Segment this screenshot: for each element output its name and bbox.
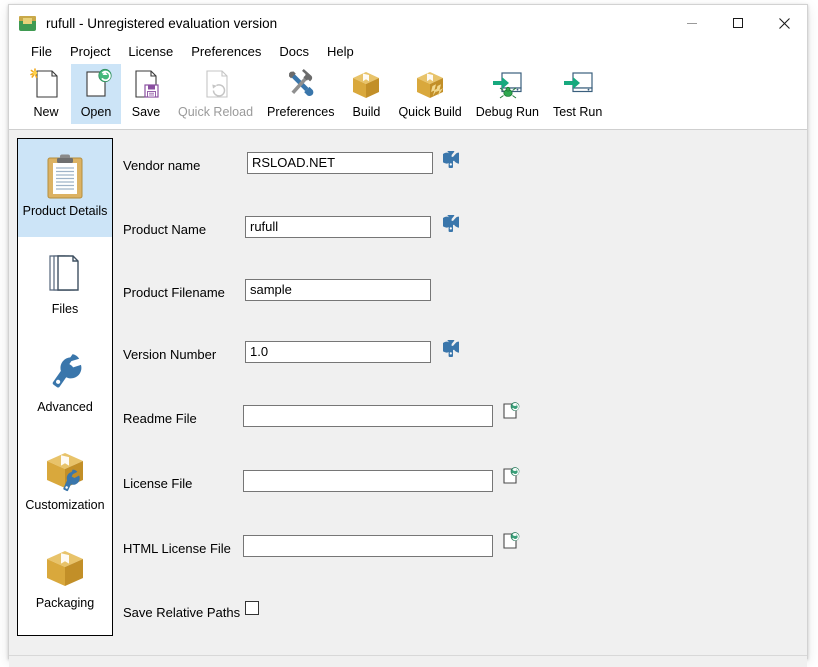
reload-document-icon — [205, 70, 228, 98]
box-fast-icon — [417, 72, 444, 98]
field-label-license-file: License File — [123, 476, 193, 491]
box-icon — [47, 551, 83, 586]
html-license-file-browse-button[interactable] — [502, 532, 520, 550]
package-icon — [19, 15, 36, 31]
field-label-version-number: Version Number — [123, 347, 217, 362]
field-label-product-filename: Product Filename — [123, 285, 225, 300]
sidebar-label-advanced: Advanced — [37, 400, 93, 414]
toolbar-button-save[interactable]: Save — [121, 64, 171, 124]
screen: rufull - Unregistered evaluation version — [0, 0, 818, 667]
vendor-name-wrench-button[interactable] — [441, 150, 465, 169]
product-name-wrench-button[interactable] — [441, 214, 465, 233]
minimize-button[interactable] — [669, 5, 715, 41]
window-title: rufull - Unregistered evaluation version — [46, 15, 278, 31]
toolbar-button-build[interactable]: Build — [341, 64, 391, 124]
wrench-icon — [441, 150, 465, 168]
toolbar-button-open[interactable]: Open — [71, 64, 121, 124]
toolbar-label-debug-run: Debug Run — [475, 105, 539, 119]
version-number-input[interactable]: 1.0 — [245, 341, 431, 363]
tools-icon — [288, 68, 314, 96]
browse-file-icon — [503, 467, 520, 484]
readme-file-input[interactable] — [243, 405, 493, 427]
toolbar-button-debug-run[interactable]: Debug Run — [469, 64, 546, 124]
sidebar-label-product-details: Product Details — [22, 204, 108, 218]
license-file-input[interactable] — [243, 470, 493, 492]
debug-run-icon — [493, 72, 522, 99]
toolbar-label-open: Open — [80, 105, 112, 119]
toolbar-label-quick-save: Save — [131, 105, 161, 119]
content-area: Product Details Files Advanced Customiza… — [9, 130, 807, 667]
save-relative-paths-checkbox[interactable] — [245, 601, 259, 615]
toolbar-label-build: Build — [352, 105, 381, 119]
toolbar-label-preferences: Preferences — [267, 105, 335, 119]
toolbar-label-new: New — [33, 105, 59, 119]
sidebar-item-files[interactable]: Files — [18, 237, 112, 335]
menu-bar: File Project License Preferences Docs He… — [9, 41, 807, 64]
clipboard-icon — [47, 154, 83, 199]
wrench-icon — [52, 354, 82, 388]
product-filename-input[interactable]: sample — [245, 279, 431, 301]
test-run-icon — [563, 72, 593, 93]
sidebar-item-customization[interactable]: Customization — [18, 433, 112, 531]
sidebar-navigation: Product Details Files Advanced Customiza… — [17, 138, 113, 636]
menu-item-project[interactable]: Project — [61, 42, 119, 62]
toolbar: New Open Save Quick Reload Preferences B… — [9, 64, 807, 130]
menu-item-file[interactable]: File — [22, 42, 61, 62]
field-label-product-name: Product Name — [123, 222, 207, 237]
menu-item-preferences[interactable]: Preferences — [182, 42, 270, 62]
sidebar-label-customization: Customization — [25, 498, 105, 512]
field-label-vendor-name: Vendor name — [123, 158, 201, 173]
sidebar-label-packaging: Packaging — [35, 596, 95, 610]
license-file-browse-button[interactable] — [502, 467, 520, 485]
toolbar-button-quick-build[interactable]: Quick Build — [391, 64, 468, 124]
box-wrench-icon — [47, 453, 83, 492]
window-controls — [669, 5, 807, 41]
menu-item-docs[interactable]: Docs — [270, 42, 318, 62]
menu-item-help[interactable]: Help — [318, 42, 363, 62]
field-label-save-relative-paths: Save Relative Paths — [123, 605, 241, 620]
toolbar-button-test-run[interactable]: Test Run — [546, 64, 609, 124]
open-document-icon — [86, 68, 112, 97]
title-bar: rufull - Unregistered evaluation version — [9, 5, 807, 41]
browse-file-icon — [503, 532, 520, 549]
status-bar — [9, 655, 807, 667]
version-number-wrench-button[interactable] — [441, 339, 465, 358]
toolbar-label-quick-reload: Quick Reload — [178, 105, 254, 119]
minimize-icon — [687, 23, 697, 24]
browse-file-icon — [503, 402, 520, 419]
wrench-icon — [441, 214, 465, 232]
menu-item-license[interactable]: License — [119, 42, 182, 62]
field-label-html-license-file: HTML License File — [123, 541, 231, 556]
application-window: rufull - Unregistered evaluation version — [8, 4, 808, 667]
toolbar-label-quick-build: Quick Build — [398, 105, 462, 119]
new-document-icon — [30, 68, 58, 98]
maximize-button[interactable] — [715, 5, 761, 41]
documents-stack-icon — [49, 255, 79, 291]
product-name-input[interactable]: rufull — [245, 216, 431, 238]
toolbar-label-test-run: Test Run — [552, 105, 603, 119]
field-label-readme-file: Readme File — [123, 411, 197, 426]
sidebar-item-advanced[interactable]: Advanced — [18, 335, 112, 433]
close-icon — [778, 17, 790, 29]
wrench-icon — [441, 339, 465, 357]
html-license-file-input[interactable] — [243, 535, 493, 557]
sidebar-item-product-details[interactable]: Product Details — [18, 139, 112, 237]
toolbar-button-quick-reload[interactable]: Quick Reload — [171, 64, 260, 124]
toolbar-button-new[interactable]: New — [21, 64, 71, 124]
readme-file-browse-button[interactable] — [502, 402, 520, 420]
box-icon — [353, 72, 380, 98]
sidebar-item-packaging[interactable]: Packaging — [18, 531, 112, 629]
maximize-icon — [733, 18, 743, 28]
toolbar-button-preferences[interactable]: Preferences — [260, 64, 341, 124]
sidebar-label-files: Files — [51, 302, 79, 316]
close-button[interactable] — [761, 5, 807, 41]
vendor-name-input[interactable]: RSLOAD.NET — [247, 152, 433, 174]
save-document-icon — [135, 70, 159, 98]
